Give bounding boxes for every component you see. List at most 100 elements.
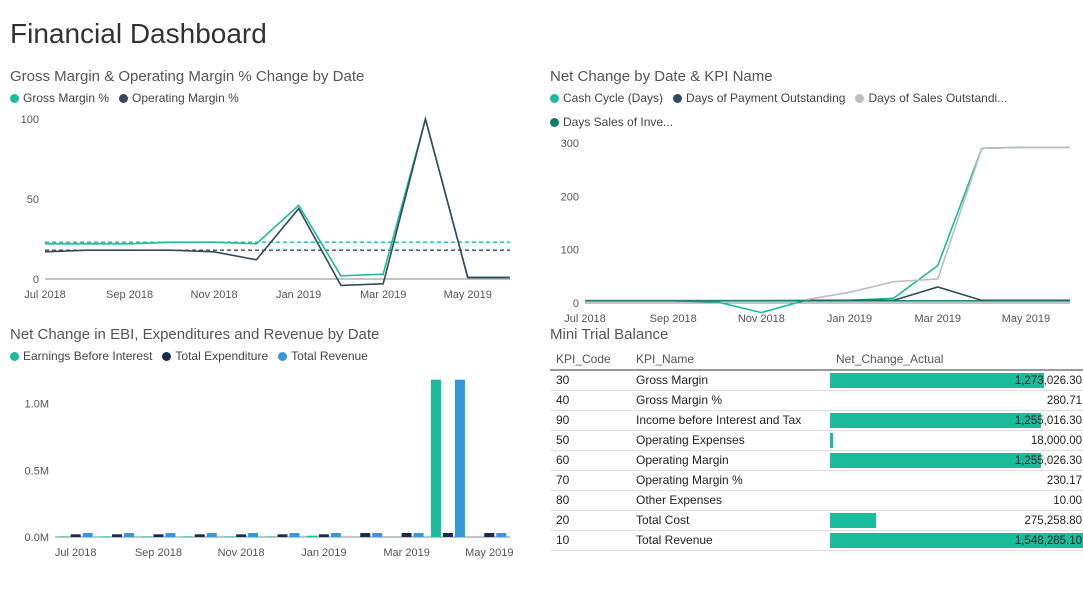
svg-text:Jan 2019: Jan 2019 bbox=[276, 289, 321, 301]
svg-text:300: 300 bbox=[561, 138, 579, 150]
table-row[interactable]: 30Gross Margin1,273,026.30 bbox=[550, 370, 1083, 390]
table-row[interactable]: 50Operating Expenses 18,000.00 bbox=[550, 430, 1083, 450]
value-label: 1,548,285.10 bbox=[1015, 535, 1083, 547]
table-row[interactable]: 90Income before Interest and Tax1,255,01… bbox=[550, 410, 1083, 430]
table-row[interactable]: 60Operating Margin 1,255,026.30 bbox=[550, 450, 1083, 470]
table-row[interactable]: 40Gross Margin % 280.71 bbox=[550, 390, 1083, 410]
table-row[interactable]: 80Other Expenses10.00 bbox=[550, 490, 1083, 510]
value-bar bbox=[830, 513, 876, 528]
net-change-cell: 280.71 bbox=[830, 390, 1083, 410]
kpi-code: 60 bbox=[550, 450, 630, 470]
legend-dot-icon bbox=[673, 94, 682, 103]
svg-text:Nov 2018: Nov 2018 bbox=[738, 313, 785, 325]
value-label: 1,255,026.30 bbox=[1015, 455, 1083, 467]
svg-text:Sep 2018: Sep 2018 bbox=[135, 547, 182, 559]
legend-item[interactable]: Days Sales of Inve... bbox=[550, 115, 673, 129]
legend-item[interactable]: Operating Margin % bbox=[119, 91, 239, 105]
table-row[interactable]: 70Operating Margin %230.17 bbox=[550, 470, 1083, 490]
kpi-code: 40 bbox=[550, 390, 630, 410]
table-row[interactable]: 10Total Revenue 1,548,285.10 bbox=[550, 530, 1083, 550]
value-bar bbox=[830, 373, 1044, 388]
svg-text:200: 200 bbox=[561, 191, 579, 203]
kpi-code: 80 bbox=[550, 490, 630, 510]
value-label: 280.71 bbox=[1047, 395, 1083, 407]
kpi-name: Total Revenue bbox=[630, 530, 830, 550]
svg-text:0: 0 bbox=[33, 274, 39, 286]
legend-label: Days of Payment Outstanding bbox=[686, 91, 845, 105]
svg-text:Jul 2018: Jul 2018 bbox=[564, 313, 606, 325]
kpi-name: Other Expenses bbox=[630, 490, 830, 510]
value-bar bbox=[830, 433, 833, 448]
svg-text:Nov 2018: Nov 2018 bbox=[191, 289, 238, 301]
kpi-name: Operating Margin % bbox=[630, 470, 830, 490]
kpi-code: 70 bbox=[550, 470, 630, 490]
net-change-cell: 1,255,016.30 bbox=[830, 410, 1083, 430]
kpi-code: 10 bbox=[550, 530, 630, 550]
legend-item[interactable]: Days of Sales Outstandi... bbox=[855, 91, 1007, 105]
legend-dot-icon bbox=[10, 94, 19, 103]
svg-text:Mar 2019: Mar 2019 bbox=[914, 313, 960, 325]
legend-item[interactable]: Total Revenue bbox=[278, 349, 368, 363]
legend-item[interactable]: Cash Cycle (Days) bbox=[550, 91, 663, 105]
kpi-name: Gross Margin % bbox=[630, 390, 830, 410]
svg-text:May 2019: May 2019 bbox=[444, 289, 492, 301]
legend-item[interactable]: Days of Payment Outstanding bbox=[673, 91, 845, 105]
chart-title: Net Change in EBI, Expenditures and Reve… bbox=[10, 326, 530, 343]
kpi-name: Operating Margin bbox=[630, 450, 830, 470]
svg-text:100: 100 bbox=[561, 245, 579, 257]
kpi-name: Gross Margin bbox=[630, 370, 830, 390]
line-chart-margins[interactable]: 050100Jul 2018Sep 2018Nov 2018Jan 2019Ma… bbox=[10, 109, 520, 304]
kpi-name: Operating Expenses bbox=[630, 430, 830, 450]
net-change-cell: 1,255,026.30 bbox=[830, 450, 1083, 470]
svg-text:0.5M: 0.5M bbox=[25, 465, 49, 477]
table-title: Mini Trial Balance bbox=[550, 326, 1083, 343]
svg-text:Jul 2018: Jul 2018 bbox=[24, 289, 66, 301]
legend-dot-icon bbox=[855, 94, 864, 103]
panel-ebi-exp-rev: Net Change in EBI, Expenditures and Reve… bbox=[10, 326, 530, 576]
kpi-name: Total Cost bbox=[630, 510, 830, 530]
legend-item[interactable]: Gross Margin % bbox=[10, 91, 109, 105]
legend-dot-icon bbox=[550, 94, 559, 103]
kpi-code: 90 bbox=[550, 410, 630, 430]
svg-text:0: 0 bbox=[573, 298, 579, 310]
line-chart-kpi[interactable]: 0100200300Jul 2018Sep 2018Nov 2018Jan 20… bbox=[550, 133, 1080, 328]
panel-gross-operating-margin: Gross Margin & Operating Margin % Change… bbox=[10, 68, 530, 318]
kpi-code: 30 bbox=[550, 370, 630, 390]
value-label: 1,255,016.30 bbox=[1015, 415, 1083, 427]
legend-item[interactable]: Total Expenditure bbox=[162, 349, 268, 363]
column-header[interactable]: KPI_Name bbox=[630, 349, 830, 370]
legend-item[interactable]: Earnings Before Interest bbox=[10, 349, 152, 363]
panel-net-change-kpi: Net Change by Date & KPI Name Cash Cycle… bbox=[550, 68, 1083, 318]
net-change-cell: 18,000.00 bbox=[830, 430, 1083, 450]
kpi-code: 20 bbox=[550, 510, 630, 530]
legend-label: Days of Sales Outstandi... bbox=[868, 91, 1007, 105]
panel-mini-trial-balance: Mini Trial Balance KPI_CodeKPI_NameNet_C… bbox=[550, 326, 1083, 576]
value-label: 18,000.00 bbox=[1031, 435, 1083, 447]
legend: Earnings Before Interest Total Expenditur… bbox=[10, 349, 530, 363]
legend-dot-icon bbox=[10, 352, 19, 361]
chart-title: Gross Margin & Operating Margin % Change… bbox=[10, 68, 530, 85]
legend-label: Cash Cycle (Days) bbox=[563, 91, 663, 105]
value-label: 275,258.80 bbox=[1024, 515, 1083, 527]
column-header[interactable]: KPI_Code bbox=[550, 349, 630, 370]
column-header[interactable]: Net_Change_Actual bbox=[830, 349, 1083, 370]
trial-balance-table[interactable]: KPI_CodeKPI_NameNet_Change_Actual 30Gros… bbox=[550, 349, 1083, 551]
net-change-cell: 275,258.80 bbox=[830, 510, 1083, 530]
svg-text:May 2019: May 2019 bbox=[465, 547, 513, 559]
svg-text:May 2019: May 2019 bbox=[1002, 313, 1050, 325]
chart-title: Net Change by Date & KPI Name bbox=[550, 68, 1083, 85]
kpi-code: 50 bbox=[550, 430, 630, 450]
svg-text:50: 50 bbox=[27, 194, 39, 206]
legend: Gross Margin % Operating Margin % bbox=[10, 91, 530, 105]
table-row[interactable]: 20Total Cost 275,258.80 bbox=[550, 510, 1083, 530]
svg-text:Nov 2018: Nov 2018 bbox=[218, 547, 265, 559]
bar-chart-ebi[interactable]: 0.0M0.5M1.0MJul 2018Sep 2018Nov 2018Jan … bbox=[10, 367, 520, 562]
net-change-cell: 1,548,285.10 bbox=[830, 530, 1083, 550]
legend-dot-icon bbox=[278, 352, 287, 361]
legend-label: Operating Margin % bbox=[132, 91, 239, 105]
svg-text:Mar 2019: Mar 2019 bbox=[383, 547, 429, 559]
svg-text:1.0M: 1.0M bbox=[25, 399, 49, 411]
svg-text:0.0M: 0.0M bbox=[25, 532, 49, 544]
legend-dot-icon bbox=[550, 118, 559, 127]
legend-label: Total Expenditure bbox=[175, 349, 268, 363]
